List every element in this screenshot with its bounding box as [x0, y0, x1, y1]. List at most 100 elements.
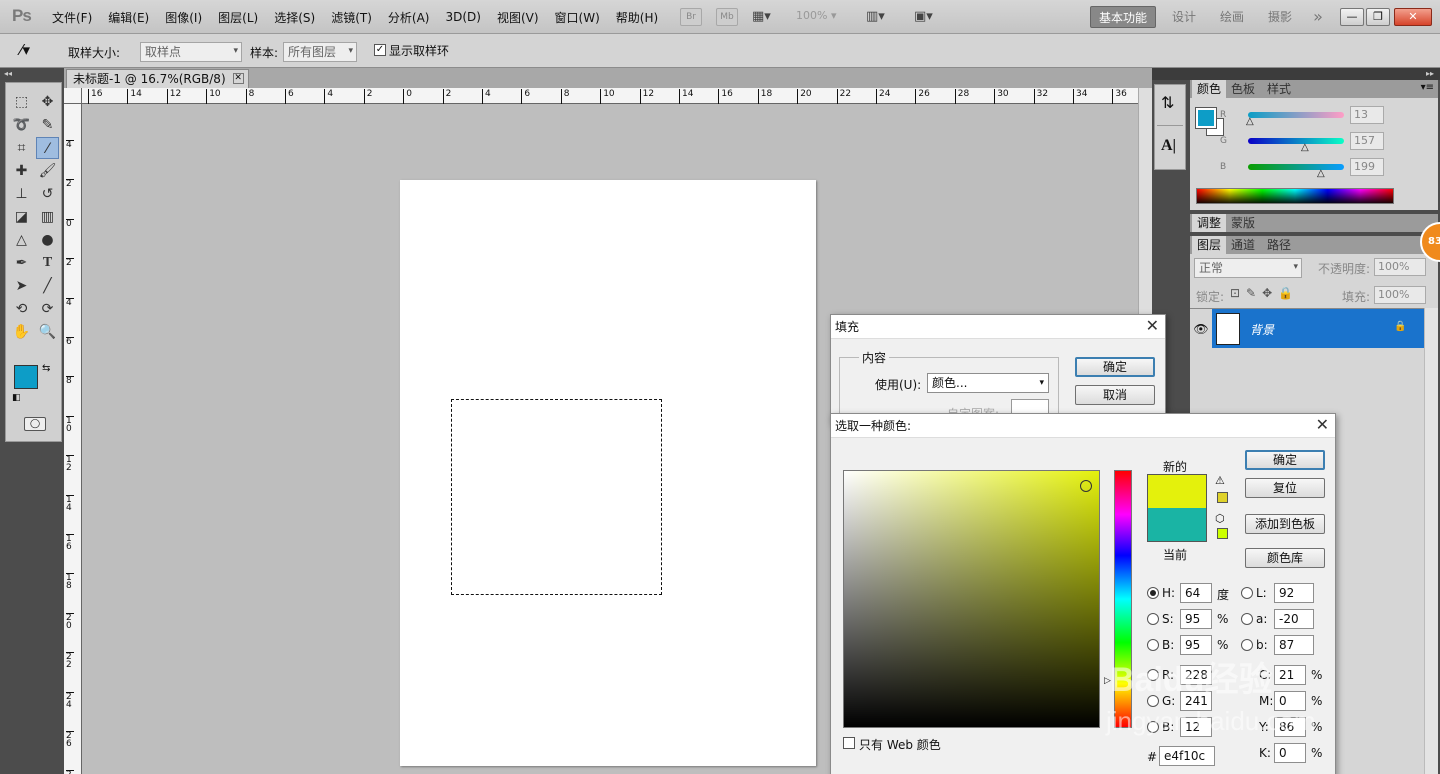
panel-foreground-swatch[interactable]	[1195, 107, 1217, 129]
panel-menu-icon[interactable]: ▾≡	[1421, 82, 1434, 93]
b-field[interactable]: 199	[1350, 158, 1384, 176]
type-tool-icon[interactable]: T	[36, 252, 59, 274]
menu-analysis[interactable]: 分析(A)	[380, 9, 438, 26]
layer-row-background[interactable]: 👁 背景 🔒	[1190, 308, 1438, 349]
visibility-eye-icon[interactable]: 👁	[1190, 309, 1212, 349]
workspace-more-button[interactable]: »	[1306, 6, 1330, 28]
tab-layers[interactable]: 图层	[1192, 236, 1227, 254]
tab-color[interactable]: 颜色	[1192, 80, 1227, 98]
blur-tool-icon[interactable]: △	[10, 229, 33, 251]
c-field[interactable]: 21	[1274, 665, 1306, 685]
menu-edit[interactable]: 编辑(E)	[100, 9, 157, 26]
arrange-documents-icon[interactable]: ▥▾	[866, 9, 900, 25]
workspace-photography[interactable]: 摄影	[1262, 6, 1298, 28]
b-radio[interactable]	[1147, 639, 1159, 651]
g-slider[interactable]	[1248, 138, 1344, 144]
a-radio[interactable]	[1241, 613, 1253, 625]
foreground-color-swatch[interactable]	[14, 365, 38, 389]
quick-select-tool-icon[interactable]: ✎	[36, 114, 59, 136]
fill-cancel-button[interactable]: 取消	[1075, 385, 1155, 405]
h-field[interactable]: 64	[1180, 583, 1212, 603]
tab-styles[interactable]: 样式	[1262, 80, 1297, 98]
sample-size-select[interactable]: 取样点 ▾	[140, 42, 242, 62]
fill-field[interactable]: 100%	[1374, 286, 1426, 304]
document-close-icon[interactable]: ✕	[232, 73, 244, 84]
color-field-cursor-icon[interactable]	[1080, 480, 1092, 492]
panels-collapse-icon[interactable]: ▸▸	[1152, 68, 1440, 80]
r-slider-thumb-icon[interactable]: △	[1246, 116, 1254, 127]
picker-close-icon[interactable]: ✕	[1316, 417, 1329, 433]
l-field[interactable]: 92	[1274, 583, 1314, 603]
marquee-tool-icon[interactable]: ⬚	[10, 91, 33, 113]
web-safe-swatch[interactable]	[1217, 528, 1228, 539]
menu-view[interactable]: 视图(V)	[489, 9, 547, 26]
hex-field[interactable]: e4f10c	[1159, 746, 1215, 766]
color-libraries-button[interactable]: 颜色库	[1245, 548, 1325, 568]
g-slider-thumb-icon[interactable]: △	[1301, 142, 1309, 153]
menu-window[interactable]: 窗口(W)	[547, 9, 608, 26]
marquee-selection[interactable]	[451, 399, 662, 595]
gamut-warning-icon[interactable]: ⚠	[1215, 474, 1225, 487]
fill-ok-button[interactable]: 确定	[1075, 357, 1155, 377]
menu-layer[interactable]: 图层(L)	[210, 9, 266, 26]
3d-rotate-icon[interactable]: ⟲	[10, 298, 33, 320]
crop-tool-icon[interactable]: ⌗	[10, 137, 33, 159]
minimize-icon[interactable]: —	[1340, 8, 1364, 26]
toolbox-collapse-icon[interactable]: ◂◂	[0, 68, 64, 80]
clone-stamp-icon[interactable]: ⊥	[10, 183, 33, 205]
minibridge-button[interactable]: Mb	[716, 8, 738, 26]
current-color-swatch[interactable]	[1147, 508, 1207, 542]
move-tool-icon[interactable]: ✥	[36, 91, 59, 113]
lock-icons[interactable]: ⊡✎✥🔒	[1230, 286, 1299, 300]
picker-reset-button[interactable]: 复位	[1245, 478, 1325, 498]
menu-image[interactable]: 图像(I)	[157, 9, 210, 26]
default-colors-icon[interactable]: ◧	[12, 393, 21, 403]
ruler-origin[interactable]	[64, 88, 82, 104]
k-field[interactable]: 0	[1274, 743, 1306, 763]
s-radio[interactable]	[1147, 613, 1159, 625]
a-field[interactable]: -20	[1274, 609, 1314, 629]
menu-help[interactable]: 帮助(H)	[608, 9, 666, 26]
eyedropper-tool-preset-icon[interactable]: ⁄▾	[20, 41, 30, 59]
quick-mask-icon[interactable]: ◯	[24, 417, 46, 431]
gradient-tool-icon[interactable]: ▥	[36, 206, 59, 228]
layers-scrollbar[interactable]	[1424, 308, 1438, 774]
tab-swatches[interactable]: 色板	[1226, 80, 1261, 98]
web-safe-icon[interactable]: ⬡	[1215, 512, 1225, 525]
lab-b-field[interactable]: 87	[1274, 635, 1314, 655]
healing-brush-icon[interactable]: ✚	[10, 160, 33, 182]
restore-icon[interactable]: ❐	[1366, 8, 1390, 26]
bridge-button[interactable]: Br	[680, 8, 702, 26]
h-radio[interactable]	[1147, 587, 1159, 599]
picker-ok-button[interactable]: 确定	[1245, 450, 1325, 470]
gamut-swatch[interactable]	[1217, 492, 1228, 503]
sample-select[interactable]: 所有图层 ▾	[283, 42, 357, 62]
3d-orbit-icon[interactable]: ⟳	[36, 298, 59, 320]
b-slider[interactable]	[1248, 164, 1344, 170]
close-icon[interactable]: ✕	[1394, 8, 1432, 26]
line-tool-icon[interactable]: ╱	[36, 275, 59, 297]
eyedropper-tool-icon[interactable]: ⁄	[36, 137, 59, 159]
tab-paths[interactable]: 路径	[1262, 236, 1297, 254]
r-field[interactable]: 13	[1350, 106, 1384, 124]
l-radio[interactable]	[1241, 587, 1253, 599]
zoom-tool-icon[interactable]: 🔍	[36, 321, 59, 343]
history-brush-icon[interactable]: ↺	[36, 183, 59, 205]
use-select[interactable]: 颜色... ▾	[927, 373, 1049, 393]
menu-select[interactable]: 选择(S)	[266, 9, 323, 26]
screen-mode-icon[interactable]: ▣▾	[914, 9, 948, 25]
web-only-checkbox[interactable]	[843, 737, 855, 749]
add-to-swatches-button[interactable]: 添加到色板	[1245, 514, 1325, 534]
menu-file[interactable]: 文件(F)	[44, 9, 100, 26]
color-field[interactable]	[843, 470, 1100, 728]
hand-tool-icon[interactable]: ✋	[10, 321, 33, 343]
r-slider[interactable]	[1248, 112, 1344, 118]
tab-adjustments[interactable]: 调整	[1192, 214, 1227, 232]
lasso-tool-icon[interactable]: ➰	[10, 114, 33, 136]
show-ring-checkbox[interactable]: ✓	[374, 44, 386, 56]
path-select-icon[interactable]: ➤	[10, 275, 33, 297]
lab-b-radio[interactable]	[1241, 639, 1253, 651]
character-panel-icon[interactable]: A|	[1161, 137, 1176, 155]
pen-tool-icon[interactable]: ✒	[10, 252, 33, 274]
eraser-tool-icon[interactable]: ◪	[10, 206, 33, 228]
